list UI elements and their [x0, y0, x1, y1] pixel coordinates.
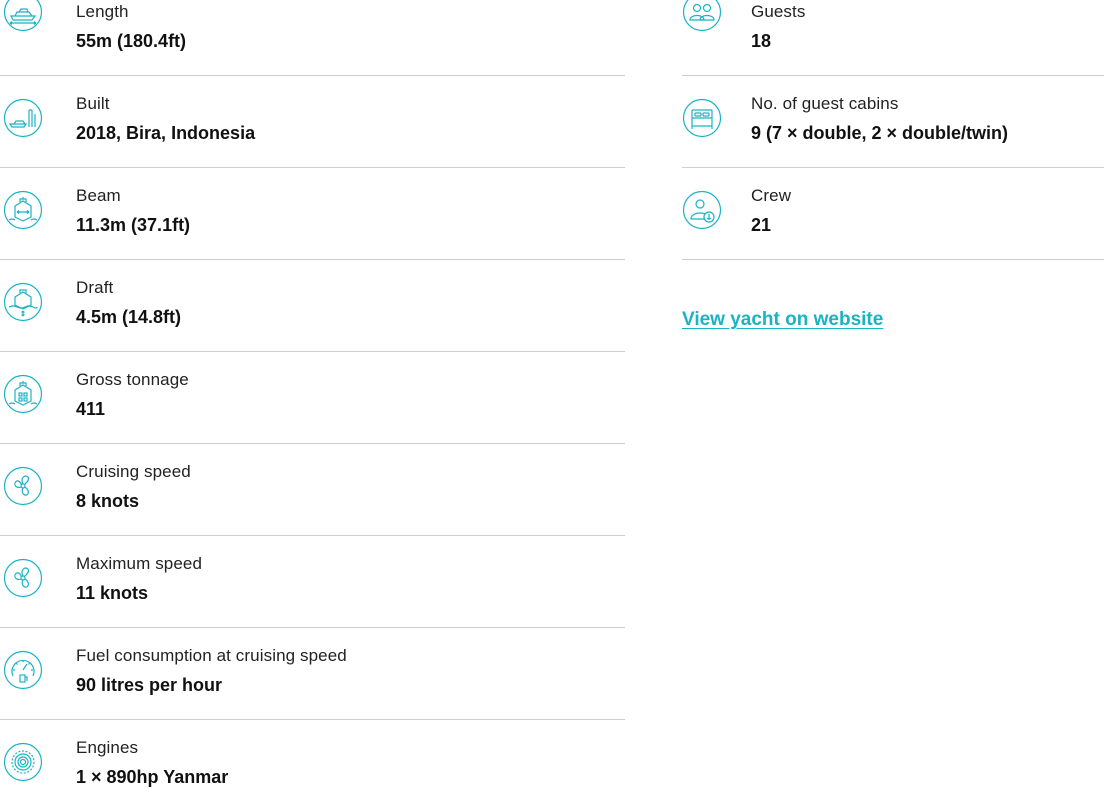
spec-guest-cabins: No. of guest cabins 9 (7 × double, 2 × d… — [682, 76, 1104, 168]
spec-label: Engines — [76, 738, 139, 757]
propeller-icon — [3, 558, 43, 598]
spec-gross-tonnage: Gross tonnage 411 — [0, 352, 625, 444]
spec-maximum-speed: Maximum speed 11 knots — [0, 536, 625, 628]
spec-label: Crew — [751, 186, 792, 205]
spec-beam: Beam 11.3m (37.1ft) — [0, 168, 625, 260]
spec-crew: Crew 21 — [682, 168, 1104, 260]
spec-value: 21 — [751, 215, 772, 235]
shipyard-built-icon — [3, 98, 43, 138]
specs-right-column: Guests 18 No. of guest cabins 9 (7 × dou… — [682, 0, 1104, 260]
spec-value: 4.5m (14.8ft) — [76, 307, 182, 327]
fuel-gauge-icon — [3, 650, 43, 690]
crew-anchor-icon — [682, 190, 722, 230]
spec-value: 90 litres per hour — [76, 675, 223, 695]
spec-fuel-consumption: Fuel consumption at cruising speed 90 li… — [0, 628, 625, 720]
guests-icon — [682, 0, 722, 32]
spec-value: 2018, Bira, Indonesia — [76, 123, 256, 143]
spec-engines: Engines 1 × 890hp Yanmar — [0, 720, 625, 812]
spec-label: Length — [76, 2, 129, 21]
spec-draft: Draft 4.5m (14.8ft) — [0, 260, 625, 352]
ship-beam-icon — [3, 190, 43, 230]
spec-label: Gross tonnage — [76, 370, 189, 389]
view-yacht-website-link[interactable]: View yacht on website — [682, 309, 883, 331]
bed-cabin-icon — [682, 98, 722, 138]
spec-value: 8 knots — [76, 491, 140, 511]
spec-label: Guests — [751, 2, 806, 21]
spec-built: Built 2018, Bira, Indonesia — [0, 76, 625, 168]
yacht-length-icon — [3, 0, 43, 32]
spec-label: No. of guest cabins — [751, 94, 899, 113]
spec-value: 11.3m (37.1ft) — [76, 215, 191, 235]
ship-draft-icon — [3, 282, 43, 322]
spec-label: Draft — [76, 278, 114, 297]
spec-label: Built — [76, 94, 110, 113]
spec-value: 11 knots — [76, 583, 149, 603]
gross-tonnage-icon — [3, 374, 43, 414]
propeller-icon — [3, 466, 43, 506]
spec-length: Length 55m (180.4ft) — [0, 0, 625, 76]
spec-guests: Guests 18 — [682, 0, 1104, 76]
spec-cruising-speed: Cruising speed 8 knots — [0, 444, 625, 536]
spec-value: 9 (7 × double, 2 × double/twin) — [751, 123, 1009, 143]
spec-value: 411 — [76, 399, 106, 419]
spec-value: 1 × 890hp Yanmar — [76, 767, 229, 787]
spec-value: 55m (180.4ft) — [76, 31, 187, 51]
spec-value: 18 — [751, 31, 772, 51]
engine-gear-icon — [3, 742, 43, 782]
spec-label: Beam — [76, 186, 121, 205]
specs-left-column: Length 55m (180.4ft) Built 2018, Bira, I… — [0, 0, 625, 812]
spec-label: Fuel consumption at cruising speed — [76, 646, 347, 665]
spec-label: Maximum speed — [76, 554, 203, 573]
spec-label: Cruising speed — [76, 462, 191, 481]
